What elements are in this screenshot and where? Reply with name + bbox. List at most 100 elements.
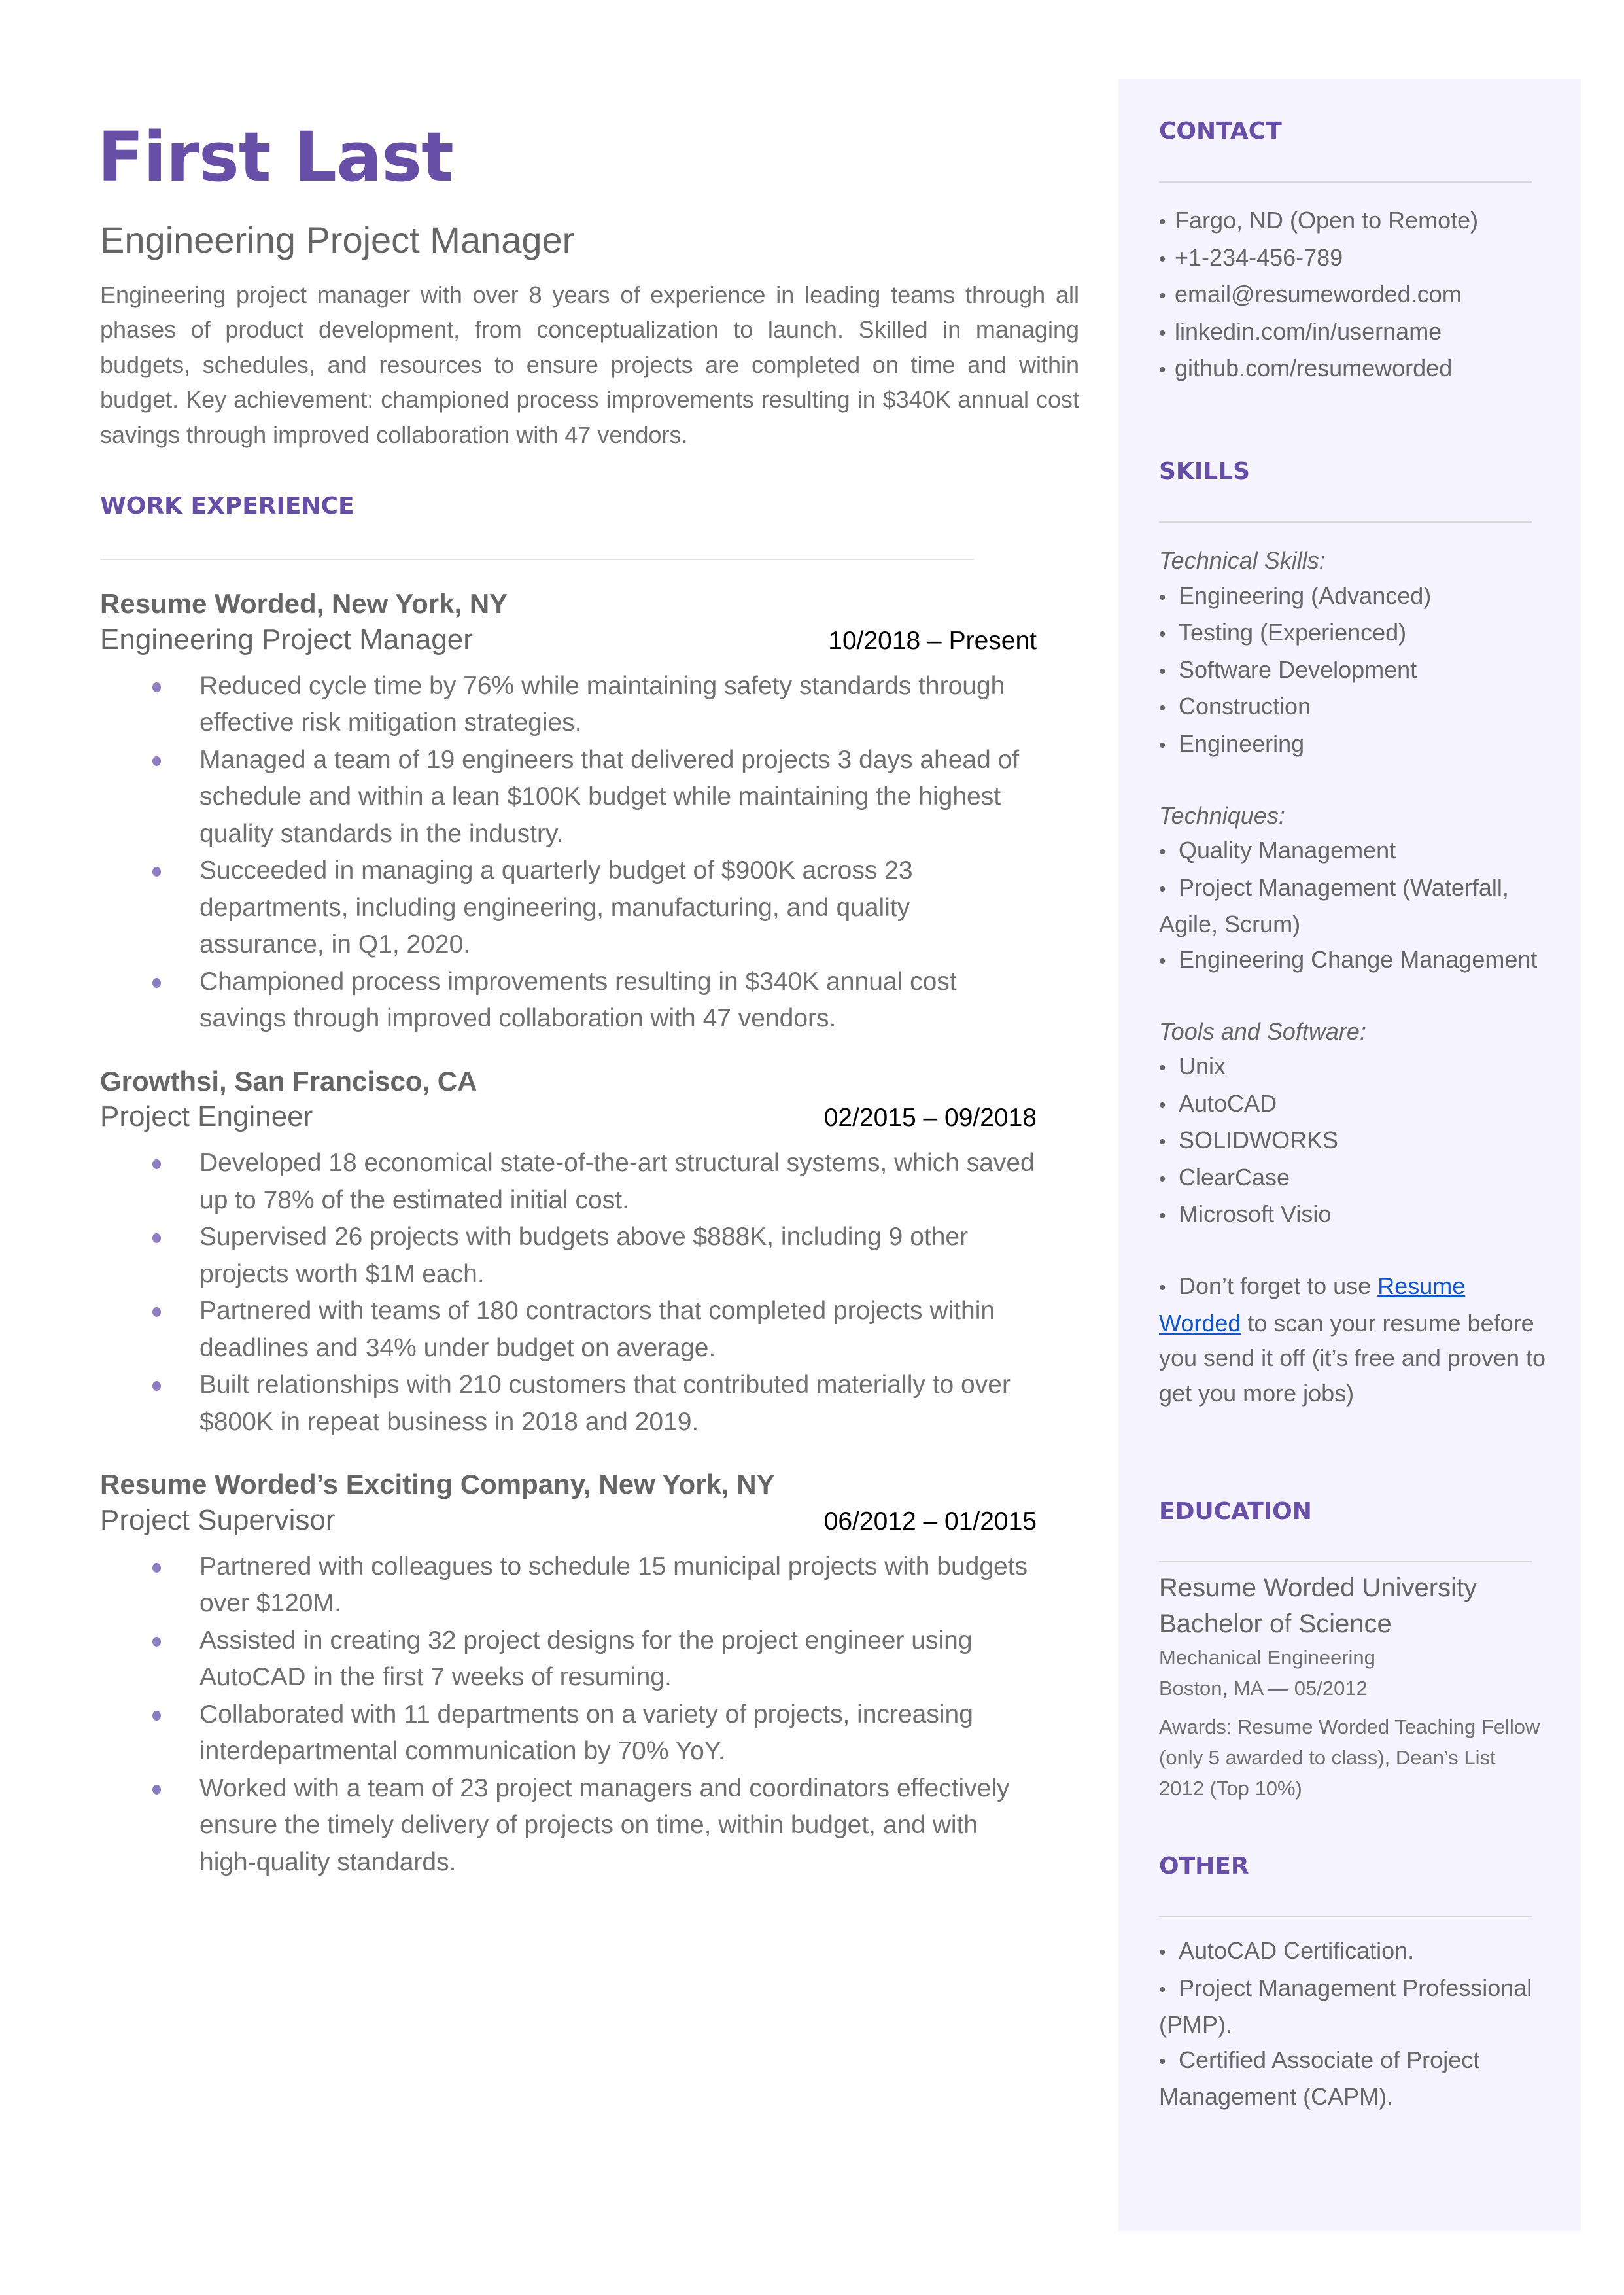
skill-item: • Engineering — [1159, 726, 1551, 763]
resume-tip: • Don’t forget to use Resume Worded to sc… — [1159, 1269, 1551, 1410]
skill-text: Engineering (Advanced) — [1179, 582, 1432, 609]
bullet-text: Collaborated with 11 departments on a va… — [199, 1700, 973, 1766]
other-text: AutoCAD Certification. — [1179, 1937, 1415, 1964]
contact-email[interactable]: • email@resumeworded.com — [1159, 277, 1551, 314]
job-bullet: Managed a team of 19 engineers that deli… — [100, 742, 1037, 853]
bullet-dot-icon — [152, 1381, 161, 1392]
other-text: Project Management Professional (PMP). — [1159, 1974, 1532, 2039]
bullet-icon: • — [1159, 1131, 1166, 1153]
education-heading: EDUCATION — [1159, 1498, 1312, 1525]
job-role: Project Engineer — [100, 1100, 313, 1133]
candidate-name: First Last — [97, 117, 454, 197]
bullet-icon: • — [1159, 623, 1166, 645]
bullet-dot-icon — [152, 682, 161, 692]
skill-text: Quality Management — [1179, 837, 1396, 864]
bullet-text: Championed process improvements resultin… — [199, 967, 957, 1033]
contact-github[interactable]: • github.com/resumeworded — [1159, 351, 1551, 388]
bullet-icon: • — [1159, 841, 1166, 863]
education-location-date: Boston, MA — 05/2012 — [1159, 1677, 1368, 1700]
job-company: Growthsi, San Francisco, CA — [100, 1065, 477, 1096]
bullet-icon: • — [1159, 1978, 1166, 2001]
skill-text: Unix — [1179, 1053, 1226, 1079]
skill-item: • Engineering (Advanced) — [1159, 578, 1551, 616]
bullet-text: Worked with a team of 23 project manager… — [199, 1774, 1010, 1876]
skill-text: AutoCAD — [1179, 1089, 1277, 1117]
job-bullet: Collaborated with 11 departments on a va… — [100, 1696, 1037, 1770]
job-role-row: Engineering Project Manager 10/2018 – Pr… — [100, 623, 1037, 656]
skill-item: • Software Development — [1159, 652, 1551, 690]
bullet-icon: • — [1159, 878, 1166, 900]
job-role-row: Project Engineer 02/2015 – 09/2018 — [100, 1100, 1037, 1133]
bullet-icon: • — [1159, 211, 1166, 233]
tip-text: Don’t forget to use — [1179, 1272, 1378, 1299]
skill-item: • Construction — [1159, 689, 1551, 726]
bullet-dot-icon — [152, 1710, 161, 1721]
job-bullet: Championed process improvements resultin… — [100, 964, 1037, 1038]
job-entry: Growthsi, San Francisco, CA Project Engi… — [100, 1064, 1079, 1441]
education-degree: Bachelor of Science — [1159, 1609, 1392, 1638]
section-divider — [1159, 1561, 1532, 1562]
job-dates: 10/2018 – Present — [828, 626, 1037, 655]
bullet-dot-icon — [152, 1307, 161, 1318]
job-bullets: Reduced cycle time by 76% while maintain… — [100, 668, 1079, 1038]
bullet-dot-icon — [152, 867, 161, 877]
job-company: Resume Worded, New York, NY — [100, 588, 508, 620]
bullet-icon: • — [1159, 950, 1166, 972]
contact-text[interactable]: linkedin.com/in/username — [1175, 318, 1442, 345]
bullet-icon: • — [1159, 697, 1166, 719]
section-divider — [100, 559, 974, 561]
education-awards: Awards: Resume Worded Teaching Fellow (o… — [1159, 1715, 1540, 1800]
skill-text: Construction — [1179, 693, 1311, 720]
contact-location: • Fargo, ND (Open to Remote) — [1159, 203, 1551, 240]
job-bullet: Supervised 26 projects with budgets abov… — [100, 1219, 1037, 1293]
skill-item: • AutoCAD — [1159, 1086, 1551, 1123]
contact-text[interactable]: email@resumeworded.com — [1175, 281, 1462, 307]
bullet-icon: • — [1159, 322, 1166, 344]
skill-text: Microsoft Visio — [1179, 1200, 1332, 1227]
skill-text: Software Development — [1179, 656, 1417, 683]
skill-text: SOLIDWORKS — [1179, 1127, 1339, 1153]
sidebar: CONTACT • Fargo, ND (Open to Remote) • +1-… — [1118, 79, 1581, 2231]
job-bullet: Reduced cycle time by 76% while maintain… — [100, 668, 1037, 742]
bullet-dot-icon — [152, 1562, 161, 1573]
skill-text: Testing (Experienced) — [1179, 619, 1407, 646]
job-role: Project Supervisor — [100, 1503, 336, 1536]
bullet-dot-icon — [152, 1784, 161, 1795]
summary: Engineering project manager with over 8 … — [100, 281, 1079, 448]
job-bullet: Partnered with teams of 180 contractors … — [100, 1293, 1037, 1367]
job-bullet: Partnered with colleagues to schedule 15… — [100, 1549, 1037, 1622]
job-bullet: Succeeded in managing a quarterly budget… — [100, 852, 1037, 964]
other-text: Certified Associate of Project Managemen… — [1159, 2046, 1480, 2111]
skill-group-label: Tools and Software: — [1159, 1017, 1366, 1045]
job-bullets: Developed 18 economical state-of-the-art… — [100, 1145, 1079, 1441]
other-list: • AutoCAD Certification. • Project Managem… — [1159, 1933, 1551, 2114]
skill-item: • Unix — [1159, 1049, 1551, 1086]
bullet-icon: • — [1159, 660, 1166, 682]
contact-text[interactable]: github.com/resumeworded — [1175, 355, 1452, 381]
bullet-text: Managed a team of 19 engineers that deli… — [199, 745, 1020, 848]
job-bullets: Partnered with colleagues to schedule 15… — [100, 1549, 1079, 1882]
bullet-dot-icon — [152, 1636, 161, 1647]
contact-linkedin[interactable]: • linkedin.com/in/username — [1159, 314, 1551, 351]
candidate-title: Engineering Project Manager — [100, 219, 575, 260]
skill-item: • Engineering Change Management — [1159, 942, 1551, 979]
section-divider — [1159, 181, 1532, 183]
skill-group-label: Technical Skills: — [1159, 547, 1326, 574]
skill-item: • Project Management (Waterfall, Agile, S… — [1159, 870, 1551, 942]
skill-text: ClearCase — [1179, 1163, 1290, 1191]
bullet-text: Reduced cycle time by 76% while maintain… — [199, 671, 1005, 737]
job-bullet: Worked with a team of 23 project manager… — [100, 1770, 1037, 1882]
contact-phone: • +1-234-456-789 — [1159, 240, 1551, 277]
bullet-dot-icon — [152, 1233, 161, 1244]
skill-item: • Microsoft Visio — [1159, 1197, 1551, 1234]
job-entry: Resume Worded, New York, NY Engineering … — [100, 586, 1079, 1038]
work-experience-heading: WORK EXPERIENCE — [100, 493, 354, 520]
bullet-icon: • — [1159, 1942, 1166, 1963]
contact-list: • Fargo, ND (Open to Remote) • +1-234-456-… — [1159, 203, 1551, 388]
job-company: Resume Worded’s Exciting Company, New Yo… — [100, 1469, 775, 1500]
job-dates: 06/2012 – 01/2015 — [823, 1507, 1037, 1535]
job-bullet: Built relationships with 210 customers t… — [100, 1367, 1037, 1441]
job-role: Engineering Project Manager — [100, 623, 473, 656]
skill-item: • ClearCase — [1159, 1160, 1551, 1197]
other-heading: OTHER — [1159, 1853, 1249, 1880]
